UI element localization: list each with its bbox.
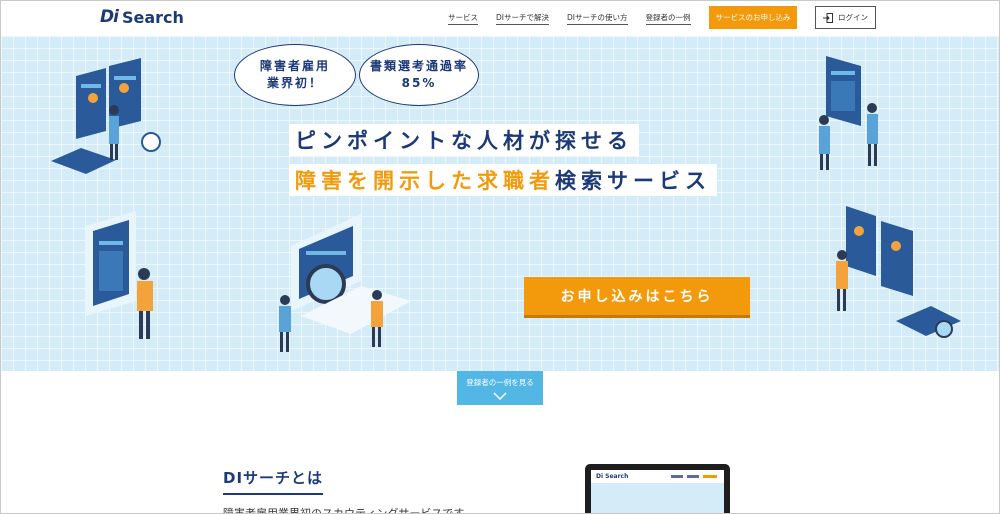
search-board-illustration	[836, 206, 961, 338]
mini-logo: Di Search	[596, 473, 629, 480]
login-button[interactable]: ログイン	[815, 6, 876, 29]
site-logo[interactable]: Di Search	[100, 7, 184, 27]
login-label: ログイン	[838, 13, 868, 22]
laptop-screen: Di Search	[591, 470, 724, 514]
mini-nav-bar	[687, 475, 699, 478]
mini-hero	[591, 483, 724, 514]
service-apply-button[interactable]: サービスのお申し込み	[709, 6, 797, 29]
team-board-illustration	[819, 56, 878, 170]
nav-examples[interactable]: 登録者の一例	[645, 12, 691, 25]
headline-line-2: 障害を開示した求職者検索サービス	[289, 164, 717, 196]
headline-line-1: ピンポイントな人材が探せる	[289, 124, 639, 156]
mini-nav-bar	[671, 475, 683, 478]
laptop-magnifier-illustration	[279, 214, 411, 352]
site-header: Di Search サービス DIサーチで解決 DIサーチの使い方 登録者の一例…	[0, 0, 1000, 36]
logo-mark: Di	[100, 7, 119, 27]
mini-nav-bar	[703, 475, 717, 478]
profile-board-illustration	[51, 58, 161, 174]
candidate-board-illustration	[86, 211, 153, 339]
chevron-down-icon	[493, 392, 507, 400]
logo-text: Search	[121, 7, 184, 27]
view-examples-label: 登録者の一例を見る	[466, 378, 534, 387]
nav-solution[interactable]: DIサーチで解決	[496, 12, 549, 25]
hero-illustration	[51, 56, 961, 352]
hero-section: 障害者雇用 業界初！ 書類選考通過率 85% ピンポイントな人材が探せる 障害を…	[1, 36, 999, 371]
laptop-preview-image: Di Search	[585, 464, 730, 514]
about-description: 障害者雇用業界初のスカウティングサービスです。	[223, 507, 475, 514]
badge-industry-first: 障害者雇用 業界初！	[234, 44, 356, 106]
hero-headline: ピンポイントな人材が探せる 障害を開示した求職者検索サービス	[289, 124, 717, 196]
nav-howto[interactable]: DIサーチの使い方	[567, 12, 628, 25]
apply-cta-button[interactable]: お申し込みはこちら	[524, 277, 750, 315]
main-nav: サービス DIサーチで解決 DIサーチの使い方 登録者の一例	[448, 12, 709, 25]
nav-service[interactable]: サービス	[448, 12, 478, 25]
view-examples-tab[interactable]: 登録者の一例を見る	[457, 371, 543, 405]
badge-pass-rate: 書類選考通過率 85%	[359, 44, 479, 106]
login-icon	[823, 12, 833, 23]
about-title: DIサーチとは	[223, 467, 324, 495]
